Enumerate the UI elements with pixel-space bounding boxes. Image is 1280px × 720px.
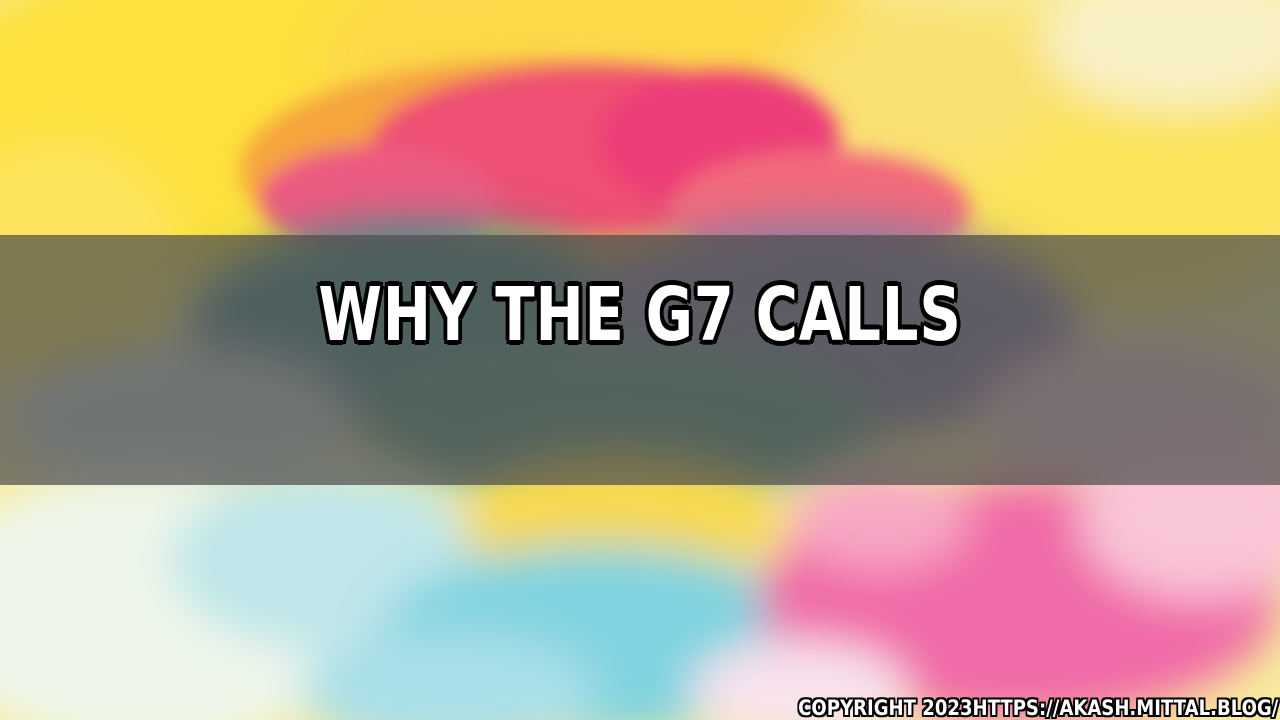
copyright-text: COPYRIGHT 2023HTTPS://AKASH.MITTAL.BLOG/ [797, 696, 1278, 720]
page-title: WHY THE G7 CALLS [318, 272, 962, 358]
